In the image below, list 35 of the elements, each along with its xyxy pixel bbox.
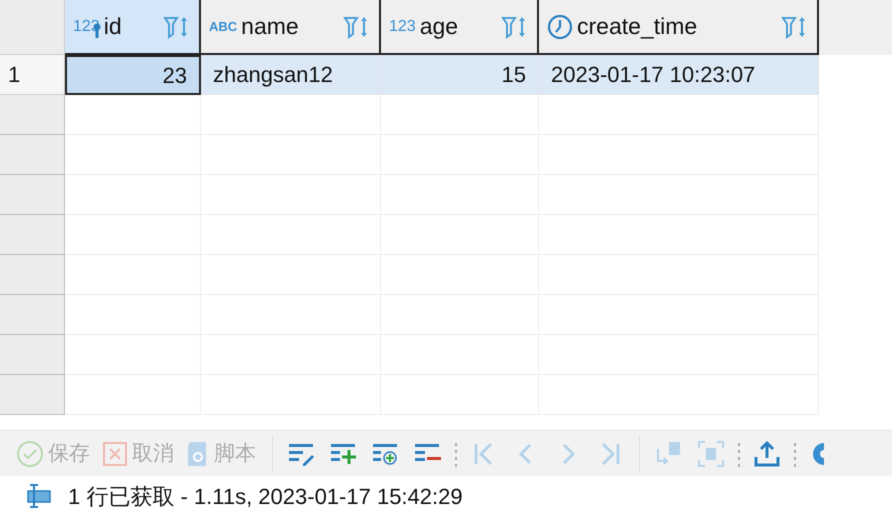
clock-icon xyxy=(547,14,573,40)
row-header[interactable] xyxy=(0,375,65,415)
fit-frame-icon xyxy=(696,438,726,468)
grip-icon xyxy=(736,440,742,466)
check-icon xyxy=(16,440,44,468)
corner-header xyxy=(0,0,65,55)
row-header[interactable] xyxy=(0,335,65,375)
row-number[interactable]: 1 xyxy=(0,55,65,95)
column-header[interactable]: ABC name xyxy=(201,0,381,55)
status-text: 1 行已获取 - 1.11s, 2023-01-17 15:42:29 xyxy=(68,482,463,510)
column-title: name xyxy=(241,12,300,42)
row-header[interactable] xyxy=(0,175,65,215)
table-cell[interactable]: 15 xyxy=(381,55,539,95)
column-title: age xyxy=(420,12,460,42)
type-label: 123 xyxy=(389,18,416,34)
table-cell[interactable]: zhangsan12 xyxy=(201,55,381,95)
grip-icon xyxy=(453,440,459,466)
row-header[interactable] xyxy=(0,215,65,255)
table-cell[interactable]: 2023-01-17 10:23:07 xyxy=(539,55,819,95)
table-cell[interactable]: 23 xyxy=(65,55,201,95)
upload-icon xyxy=(752,438,782,468)
empty-cell[interactable] xyxy=(539,95,819,135)
column-header[interactable]: create_time xyxy=(539,0,819,55)
close-icon xyxy=(102,440,128,466)
column-title: id xyxy=(104,12,123,42)
row-header[interactable] xyxy=(0,295,65,335)
row-header[interactable] xyxy=(0,95,65,135)
row-header[interactable] xyxy=(0,255,65,295)
column-header[interactable]: 123 age xyxy=(381,0,539,55)
type-label: ABC xyxy=(209,20,238,33)
column-title: create_time xyxy=(577,12,698,42)
empty-cell[interactable] xyxy=(201,95,381,135)
row-header[interactable] xyxy=(0,135,65,175)
empty-cell[interactable] xyxy=(381,95,539,135)
grip-icon xyxy=(792,440,798,466)
